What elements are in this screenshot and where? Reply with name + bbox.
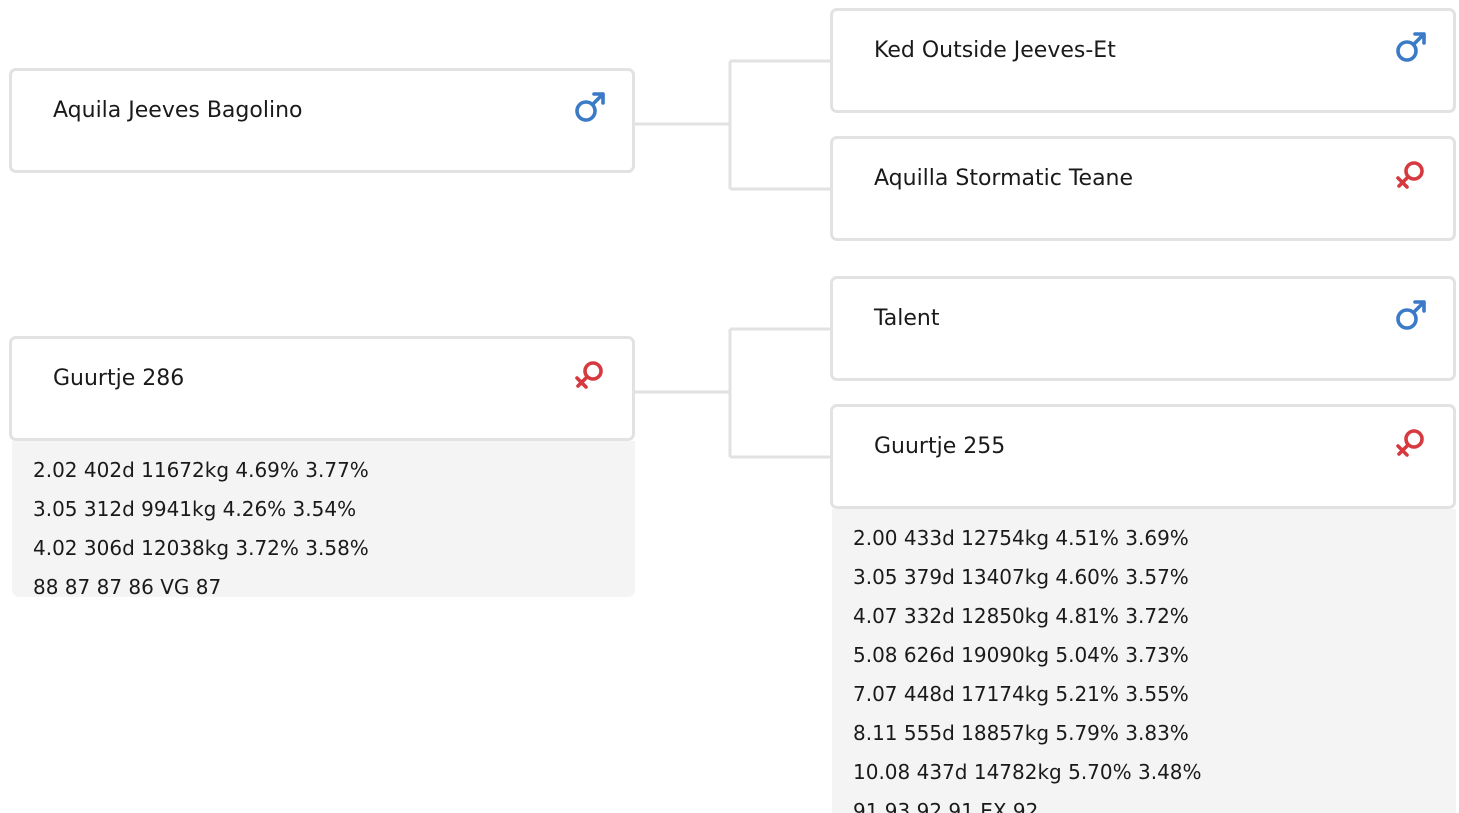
pedigree-card-dam-sire[interactable]: Talent (830, 276, 1456, 381)
pedigree-card-sire-sire[interactable]: Ked Outside Jeeves-Et (830, 8, 1456, 113)
animal-name: Guurtje 286 (53, 366, 185, 391)
female-symbol-icon (572, 357, 608, 393)
classification-score: 88 87 87 86 VG 87 (33, 575, 222, 597)
animal-name: Aquilla Stormatic Teane (874, 166, 1134, 191)
male-symbol-icon (1393, 297, 1429, 333)
pedigree-card-dam-dam[interactable]: Guurtje 255 (830, 404, 1456, 509)
lactation-record: 8.11 555d 18857kg 5.79% 3.83% (853, 721, 1189, 745)
pedigree-card-sire-dam[interactable]: Aquilla Stormatic Teane (830, 136, 1456, 241)
lactation-record: 2.00 433d 12754kg 4.51% 3.69% (853, 526, 1189, 550)
lactation-record: 5.08 626d 19090kg 5.04% 3.73% (853, 643, 1189, 667)
male-symbol-icon (572, 89, 608, 125)
animal-name: Talent (874, 306, 940, 331)
connector-dam-branch (634, 327, 830, 459)
female-symbol-icon (1393, 425, 1429, 461)
lactation-record: 4.02 306d 12038kg 3.72% 3.58% (33, 536, 369, 560)
lactation-record: 3.05 379d 13407kg 4.60% 3.57% (853, 565, 1189, 589)
pedigree-card-sire[interactable]: Aquila Jeeves Bagolino (9, 68, 635, 173)
classification-score: 91 93 92 91 EX 92 (853, 799, 1039, 813)
lactation-record: 7.07 448d 17174kg 5.21% 3.55% (853, 682, 1189, 706)
animal-name: Aquila Jeeves Bagolino (53, 98, 303, 123)
performance-stats-dam-dam: 2.00 433d 12754kg 4.51% 3.69% 3.05 379d … (832, 509, 1456, 813)
performance-stats-dam: 2.02 402d 11672kg 4.69% 3.77% 3.05 312d … (12, 441, 635, 597)
lactation-record: 3.05 312d 9941kg 4.26% 3.54% (33, 497, 357, 521)
lactation-record: 4.07 332d 12850kg 4.81% 3.72% (853, 604, 1189, 628)
female-symbol-icon (1393, 157, 1429, 193)
male-symbol-icon (1393, 29, 1429, 65)
connector-sire-branch (634, 59, 830, 191)
lactation-record: 10.08 437d 14782kg 5.70% 3.48% (853, 760, 1202, 784)
lactation-record: 2.02 402d 11672kg 4.69% 3.77% (33, 458, 369, 482)
pedigree-card-dam[interactable]: Guurtje 286 (9, 336, 635, 441)
animal-name: Ked Outside Jeeves-Et (874, 38, 1116, 63)
animal-name: Guurtje 255 (874, 434, 1006, 459)
